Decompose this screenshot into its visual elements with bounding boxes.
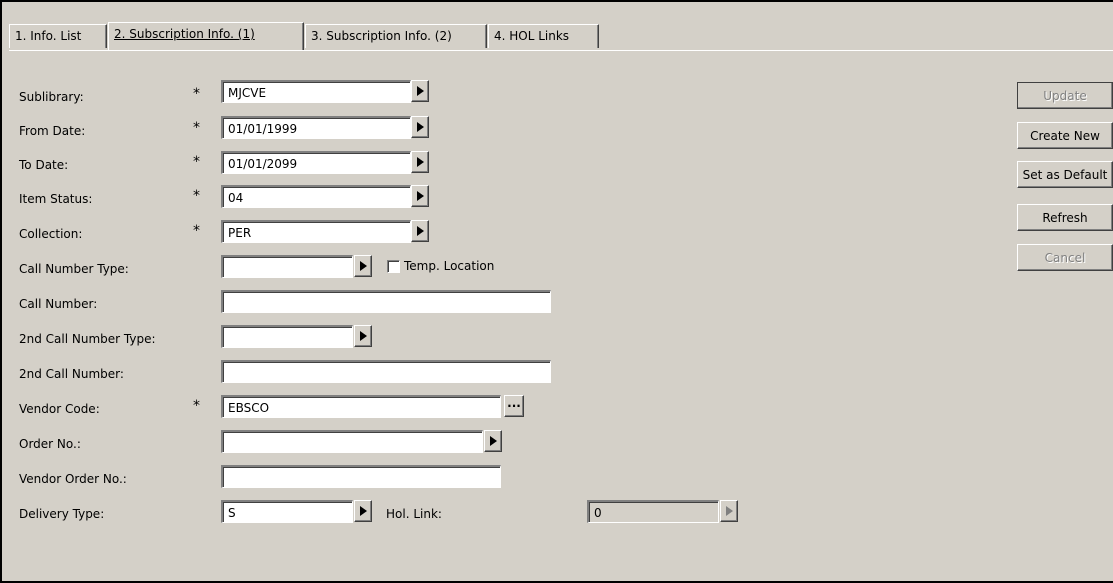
order-no-input[interactable] xyxy=(221,430,483,453)
required-marker: * xyxy=(193,398,200,414)
second-call-number-input[interactable] xyxy=(221,360,551,383)
call-number-label: Call Number: xyxy=(19,297,98,311)
collection-label: Collection: xyxy=(19,227,83,241)
to-date-select-button[interactable] xyxy=(411,151,429,173)
delivery-type-select-button[interactable] xyxy=(354,500,372,522)
second-call-number-type-input[interactable] xyxy=(221,325,353,348)
vendor-order-no-input[interactable] xyxy=(221,465,501,488)
tab-divider xyxy=(9,50,1113,51)
required-marker: * xyxy=(193,86,200,102)
tab-bar: 1. Info. List 2. Subscription Info. (1) … xyxy=(9,22,1113,50)
temp-location-label: Temp. Location xyxy=(404,259,495,273)
hol-link-select-button xyxy=(720,500,738,522)
refresh-button[interactable]: Refresh xyxy=(1017,204,1113,231)
order-no-select-button[interactable] xyxy=(484,430,502,452)
sublibrary-input[interactable]: MJCVE xyxy=(221,80,411,103)
vendor-order-no-label: Vendor Order No.: xyxy=(19,472,127,486)
order-no-label: Order No.: xyxy=(19,437,81,451)
from-date-label: From Date: xyxy=(19,124,86,138)
update-button[interactable]: Update xyxy=(1017,82,1113,109)
vendor-code-lookup-button[interactable]: ... xyxy=(504,395,524,417)
required-marker: * xyxy=(193,188,200,204)
tab-subscription-info-2[interactable]: 3. Subscription Info. (2) xyxy=(305,24,487,48)
second-call-number-type-label: 2nd Call Number Type: xyxy=(19,332,156,346)
from-date-select-button[interactable] xyxy=(411,116,429,138)
set-as-default-button[interactable]: Set as Default xyxy=(1017,161,1113,188)
item-status-label: Item Status: xyxy=(19,192,93,206)
set-as-default-button-label: Set as Default xyxy=(1022,168,1108,182)
call-number-type-label: Call Number Type: xyxy=(19,262,129,276)
second-call-number-type-select-button[interactable] xyxy=(354,325,372,347)
temp-location-checkbox[interactable] xyxy=(387,260,400,273)
tab-label: 2. Subscription Info. (1) xyxy=(114,27,255,41)
update-button-label: Update xyxy=(1043,89,1087,103)
collection-input[interactable]: PER xyxy=(221,220,411,243)
vendor-code-label: Vendor Code: xyxy=(19,402,100,416)
to-date-input[interactable]: 01/01/2099 xyxy=(221,151,411,174)
to-date-label: To Date: xyxy=(19,158,69,172)
hol-link-label: Hol. Link: xyxy=(386,507,442,521)
create-new-button-label: Create New xyxy=(1030,129,1100,143)
sublibrary-label: Sublibrary: xyxy=(19,90,84,104)
call-number-type-input[interactable] xyxy=(221,255,353,278)
tab-label: 1. Info. List xyxy=(15,29,82,43)
item-status-input[interactable]: 04 xyxy=(221,185,411,208)
cancel-button-label: Cancel xyxy=(1044,251,1086,265)
tab-subscription-info-1[interactable]: 2. Subscription Info. (1) xyxy=(108,22,304,50)
delivery-type-input[interactable]: S xyxy=(221,500,353,523)
cancel-button[interactable]: Cancel xyxy=(1017,244,1113,271)
required-marker: * xyxy=(193,223,200,239)
window-frame xyxy=(0,0,1113,583)
refresh-button-label: Refresh xyxy=(1042,211,1088,225)
tab-info-list[interactable]: 1. Info. List xyxy=(9,24,107,48)
tab-hol-links[interactable]: 4. HOL Links xyxy=(488,24,599,48)
tab-label: 3. Subscription Info. (2) xyxy=(311,29,452,43)
delivery-type-label: Delivery Type: xyxy=(19,507,105,521)
second-call-number-label: 2nd Call Number: xyxy=(19,367,124,381)
item-status-select-button[interactable] xyxy=(411,185,429,207)
call-number-type-select-button[interactable] xyxy=(354,255,372,277)
vendor-code-input[interactable]: EBSCO xyxy=(221,395,501,418)
collection-select-button[interactable] xyxy=(411,220,429,242)
required-marker: * xyxy=(193,154,200,170)
sublibrary-select-button[interactable] xyxy=(411,80,429,102)
required-marker: * xyxy=(193,120,200,136)
call-number-input[interactable] xyxy=(221,290,551,313)
tab-label: 4. HOL Links xyxy=(494,29,570,43)
create-new-button[interactable]: Create New xyxy=(1017,122,1113,149)
from-date-input[interactable]: 01/01/1999 xyxy=(221,116,411,139)
hol-link-input: 0 xyxy=(587,500,719,523)
